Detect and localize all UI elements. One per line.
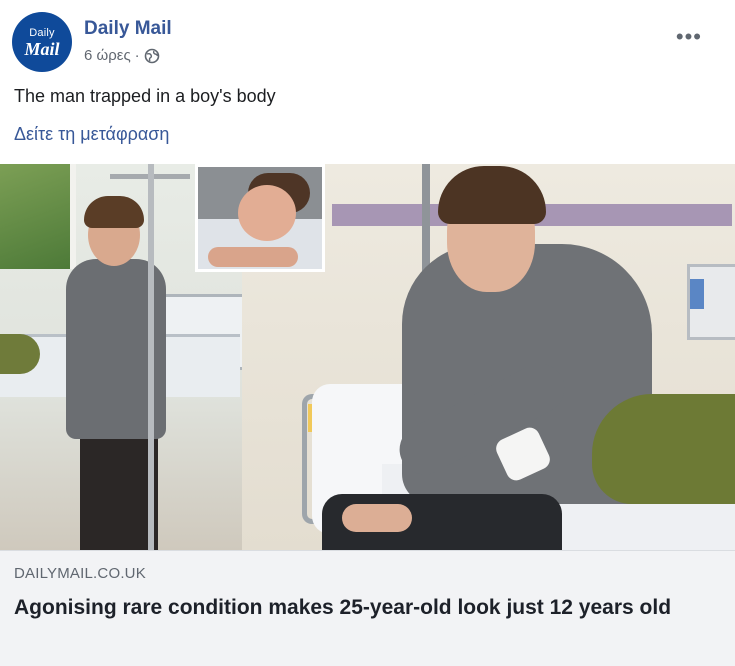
boy-legs bbox=[80, 434, 158, 550]
inset-arm bbox=[208, 247, 298, 267]
inset-photo bbox=[195, 164, 325, 272]
iv-pole bbox=[148, 164, 154, 550]
post-meta: 6 ώρες · bbox=[84, 47, 160, 64]
folded-towel bbox=[592, 394, 735, 504]
boy-hair bbox=[438, 166, 546, 224]
link-domain: DAILYMAIL.CO.UK bbox=[14, 565, 146, 582]
globe-icon[interactable] bbox=[144, 48, 160, 64]
link-headline[interactable]: Agonising rare condition makes 25-year-o… bbox=[14, 593, 724, 622]
post-text: The man trapped in a boy's body bbox=[14, 86, 276, 106]
page-name-link[interactable]: Daily Mail bbox=[84, 18, 172, 40]
monitor-screen bbox=[690, 279, 704, 309]
inset-boy-face bbox=[238, 185, 296, 241]
more-options-button[interactable]: ••• bbox=[676, 26, 702, 48]
boy-hair bbox=[84, 196, 144, 228]
blanket bbox=[0, 334, 40, 374]
link-preview-image[interactable] bbox=[0, 164, 735, 550]
page-avatar[interactable]: Daily Mail bbox=[12, 12, 72, 72]
boy-hand bbox=[342, 504, 412, 532]
post-timestamp[interactable]: 6 ώρες bbox=[84, 47, 131, 64]
see-translation-link[interactable]: Δείτε τη μετάφραση bbox=[14, 124, 169, 145]
meta-separator: · bbox=[134, 47, 140, 64]
link-preview-caption[interactable]: DAILYMAIL.CO.UK Agonising rare condition… bbox=[0, 550, 735, 666]
avatar-line2: Mail bbox=[24, 39, 60, 59]
avatar-line1: Daily bbox=[29, 27, 55, 39]
inset-photo-inner bbox=[198, 167, 322, 269]
window bbox=[0, 164, 76, 269]
post-header: Daily Mail Daily Mail 6 ώρες · ••• bbox=[12, 12, 712, 74]
